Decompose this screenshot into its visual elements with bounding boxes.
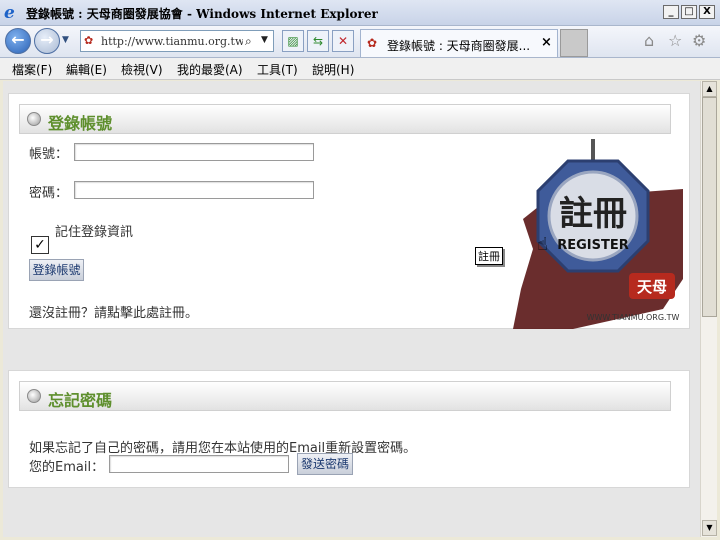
email-label: 您的Email： xyxy=(29,460,105,475)
password-label: 密碼： xyxy=(29,186,69,201)
badge-sub-text: REGISTER xyxy=(557,238,629,253)
badge-url-text: WWW.TIANMU.ORG.TW xyxy=(587,313,680,322)
forgot-description: 如果忘記了自己的密碼，請用您在本站使用的Email重新設置密碼。 xyxy=(29,441,417,456)
compatibility-view-icon[interactable]: ▨ xyxy=(282,30,304,52)
address-bar[interactable]: ✿ http://www.tianmu.org.tw/use ⌕ ▼ xyxy=(80,30,274,52)
register-tooltip: 註冊 xyxy=(475,247,503,265)
remember-checkbox[interactable]: ✓ xyxy=(31,236,49,254)
scrollbar-thumb[interactable] xyxy=(702,97,717,317)
send-password-button[interactable]: 發送密碼 xyxy=(297,453,353,475)
tab-close-icon[interactable]: × xyxy=(541,35,552,50)
account-label: 帳號： xyxy=(29,147,69,162)
tab-label: 登錄帳號 : 天母商圈發展... xyxy=(387,39,529,53)
address-url[interactable]: http://www.tianmu.org.tw/use xyxy=(101,35,243,48)
menu-favorites[interactable]: 我的最愛(A) xyxy=(177,61,243,78)
bullet-icon xyxy=(27,112,41,126)
hanging-string-shape xyxy=(591,139,595,161)
tab-login[interactable]: ✿ 登錄帳號 : 天母商圈發展... × xyxy=(360,29,558,57)
register-link[interactable]: 還沒註冊？請點擊此處註冊。 xyxy=(29,302,198,321)
scroll-up-arrow-icon[interactable]: ▲ xyxy=(702,81,717,97)
search-icon[interactable]: ⌕ xyxy=(245,34,252,49)
forward-button[interactable]: → xyxy=(34,28,60,54)
forgot-password-panel: 忘記密碼 如果忘記了自己的密碼，請用您在本站使用的Email重新設置密碼。 您的… xyxy=(8,370,690,488)
menu-help[interactable]: 說明(H) xyxy=(312,61,354,78)
hand-cursor-icon: ☝ xyxy=(537,234,548,255)
menu-view[interactable]: 檢視(V) xyxy=(121,61,163,78)
window-title: 登錄帳號 : 天母商圈發展協會 - Windows Internet Explo… xyxy=(26,7,378,21)
navigation-bar: ← → ▼ ✿ http://www.tianmu.org.tw/use ⌕ ▼… xyxy=(0,26,720,58)
gear-icon[interactable]: ⚙ xyxy=(692,31,706,50)
password-input[interactable] xyxy=(74,181,314,199)
login-section-title: 登錄帳號 xyxy=(48,114,113,133)
close-window-button[interactable]: X xyxy=(699,5,715,19)
back-button[interactable]: ← xyxy=(5,28,31,54)
login-panel: 登錄帳號 帳號： 密碼： ✓ 記住登錄資訊 登錄帳號 還沒註冊？請點擊此處註冊。… xyxy=(8,93,690,329)
vertical-scrollbar[interactable]: ▲ ▼ xyxy=(700,81,717,537)
home-icon[interactable]: ⌂ xyxy=(644,31,654,50)
stamp-text: 天母 xyxy=(637,278,667,296)
favorites-star-icon[interactable]: ☆ xyxy=(668,31,682,50)
bullet-icon xyxy=(27,389,41,403)
page-viewport: 登錄帳號 帳號： 密碼： ✓ 記住登錄資訊 登錄帳號 還沒註冊？請點擊此處註冊。… xyxy=(3,81,700,537)
new-tab-button[interactable] xyxy=(560,29,588,57)
badge-main-text: 註冊 xyxy=(559,194,627,234)
address-dropdown-icon[interactable]: ▼ xyxy=(261,35,268,45)
menu-bar: 檔案(F) 編輯(E) 檢視(V) 我的最愛(A) 工具(T) 說明(H) xyxy=(0,58,720,80)
stop-icon[interactable]: ✕ xyxy=(332,30,354,52)
title-bar: e 登錄帳號 : 天母商圈發展協會 - Windows Internet Exp… xyxy=(0,0,720,26)
site-favicon-icon: ✿ xyxy=(84,34,94,47)
minimize-button[interactable]: _ xyxy=(663,5,679,19)
tab-favicon-icon: ✿ xyxy=(367,36,378,50)
scroll-down-arrow-icon[interactable]: ▼ xyxy=(702,520,717,536)
menu-tools[interactable]: 工具(T) xyxy=(257,61,298,78)
login-section-header: 登錄帳號 xyxy=(19,104,671,134)
forgot-section-header: 忘記密碼 xyxy=(19,381,671,411)
ie-logo-icon: e xyxy=(4,3,15,23)
forgot-section-title: 忘記密碼 xyxy=(48,391,113,410)
menu-edit[interactable]: 編輯(E) xyxy=(66,61,107,78)
refresh-icon[interactable]: ⇆ xyxy=(307,30,329,52)
menu-file[interactable]: 檔案(F) xyxy=(12,61,52,78)
maximize-button[interactable]: □ xyxy=(681,5,697,19)
account-input[interactable] xyxy=(74,143,314,161)
login-button[interactable]: 登錄帳號 xyxy=(29,259,84,281)
recent-pages-dropdown-icon[interactable]: ▼ xyxy=(62,35,69,45)
browser-window: e 登錄帳號 : 天母商圈發展協會 - Windows Internet Exp… xyxy=(0,0,720,540)
email-input[interactable] xyxy=(109,455,289,473)
remember-label: 記住登錄資訊 xyxy=(55,225,134,240)
